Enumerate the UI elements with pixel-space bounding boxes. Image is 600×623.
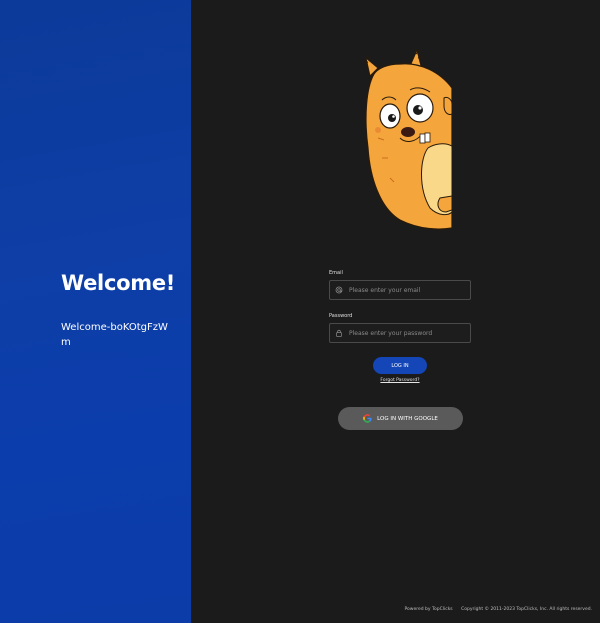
password-label: Password (329, 313, 353, 319)
copyright-text: Copyright © 2011-2023 TopClicks, Inc. Al… (461, 607, 592, 612)
email-input[interactable] (349, 284, 467, 296)
google-login-button[interactable]: LOG IN WITH GOOGLE (338, 407, 463, 430)
welcome-title: Welcome! (61, 271, 176, 295)
login-button[interactable]: LOG IN (373, 357, 427, 374)
squirrel-mascot (363, 48, 452, 230)
forgot-password-link[interactable]: Forgot Password? (373, 378, 427, 383)
powered-by-link[interactable]: Powered by TopClicks (404, 607, 452, 612)
lock-icon (336, 329, 342, 337)
email-field[interactable] (329, 280, 471, 300)
welcome-panel: Welcome! Welcome-boKOtgFzWm (0, 0, 191, 623)
at-icon (335, 286, 343, 294)
google-icon (363, 414, 372, 423)
welcome-subtitle: Welcome-boKOtgFzWm (61, 322, 168, 348)
password-input[interactable] (349, 327, 467, 339)
google-login-label: LOG IN WITH GOOGLE (377, 415, 438, 422)
footer: Powered by TopClicks Copyright © 2011-20… (404, 607, 592, 612)
email-label: Email (329, 270, 343, 276)
password-field[interactable] (329, 323, 471, 343)
